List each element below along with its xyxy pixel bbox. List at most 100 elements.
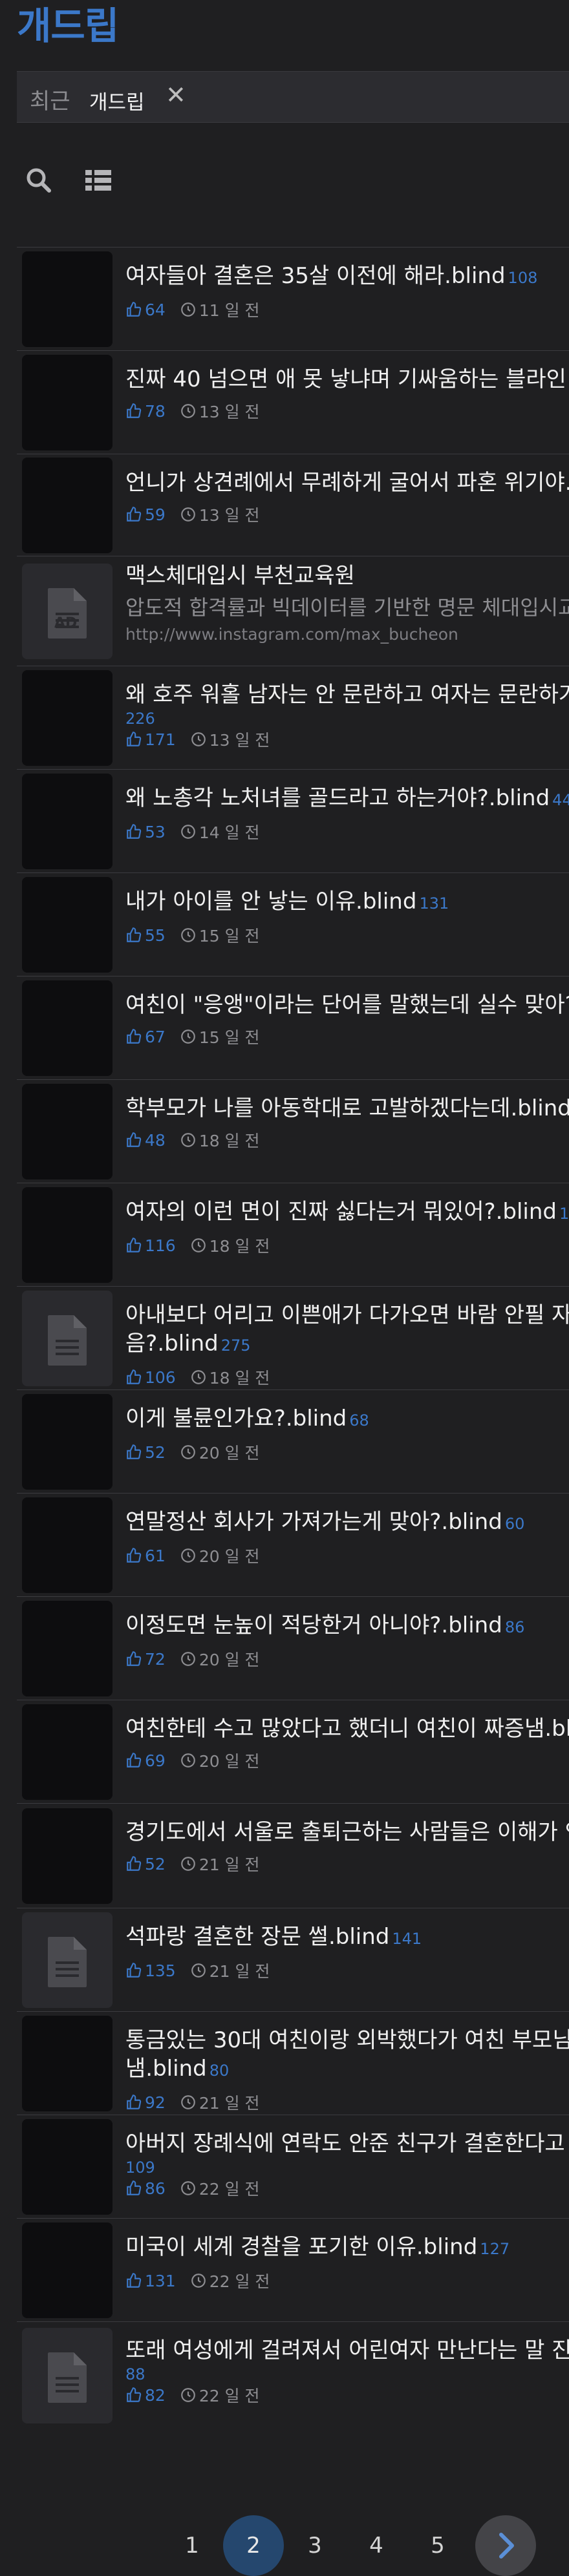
post-text: 경기도에서 서울로 출퇴근하는 사람들은 이해가 안 52 21 일 전: [125, 1818, 569, 1875]
active-tag-chip[interactable]: 개드립: [89, 86, 145, 115]
post-thumbnail[interactable]: [22, 1601, 113, 1696]
post-row[interactable]: 진짜 40 넘으면 애 못 낳냐며 기싸움하는 블라인 78 13 일 전: [17, 350, 569, 454]
post-row[interactable]: 학부모가 나를 아동학대로 고발하겠다는데.blind 48 18 일 전: [17, 1079, 569, 1183]
post-title[interactable]: 또래 여성에게 걸려져서 어린여자 만난다는 말 진: [125, 2336, 569, 2365]
post-title[interactable]: 왜 호주 워홀 남자는 안 문란하고 여자는 문란하거: [125, 681, 569, 709]
post-thumbnail[interactable]: [22, 2327, 113, 2423]
page-title: 개드립: [17, 4, 119, 48]
post-meta: 48 18 일 전: [125, 1129, 569, 1151]
post-row[interactable]: 경기도에서 서울로 출퇴근하는 사람들은 이해가 안 52 21 일 전: [17, 1803, 569, 1908]
post-title[interactable]: 여친이 "응앵"이라는 단어를 말했는데 실수 맞아?: [125, 991, 569, 1019]
post-row[interactable]: 여친이 "응앵"이라는 단어를 말했는데 실수 맞아? 67 15 일 전: [17, 976, 569, 1079]
post-title[interactable]: 왜 노총각 노처녀를 골드라고 하는거야?.blind44: [125, 784, 569, 814]
post-row[interactable]: 여자들아 결혼은 35살 이전에 해라.blind 108 64 11 일 전: [17, 247, 569, 350]
like-count: 116: [145, 1236, 176, 1255]
post-thumbnail[interactable]: [22, 2222, 113, 2318]
post-thumbnail[interactable]: [22, 2016, 113, 2111]
post-thumbnail[interactable]: [22, 670, 113, 766]
ad-subtitle: 압도적 합격률과 빅데이터를 기반한 명문 체대입시교육원: [125, 595, 569, 620]
ad-title[interactable]: 맥스체대입시 부천교육원: [125, 562, 569, 590]
like-count: 72: [145, 1649, 166, 1669]
list-view-icon[interactable]: [83, 165, 119, 201]
post-row[interactable]: 미국이 세계 경찰을 포기한 이유.blind 127 131 22 일 전: [17, 2218, 569, 2321]
like-count: 92: [145, 2093, 166, 2112]
post-row[interactable]: 아버지 장례식에 연락도 안준 친구가 결혼한다고 109 86 22 일 전: [17, 2115, 569, 2218]
post-thumbnail[interactable]: [22, 1497, 113, 1593]
post-time: 18 일 전: [209, 1369, 270, 1388]
post-thumbnail[interactable]: [22, 1084, 113, 1179]
clock-icon: [180, 823, 199, 840]
post-thumbnail[interactable]: [22, 774, 113, 869]
post-title[interactable]: 여자의 이런 면이 진짜 싫다는거 뭐있어?.blind12: [125, 1198, 569, 1228]
post-row[interactable]: 이게 불륜인가요?.blind 68 52 20 일 전: [17, 1389, 569, 1493]
post-row[interactable]: 언니가 상견례에서 무례하게 굴어서 파혼 위기야. 59 13 일 전: [17, 454, 569, 556]
post-title[interactable]: 석파랑 결혼한 장문 썰.blind 141: [125, 1923, 569, 1953]
post-title[interactable]: 학부모가 나를 아동학대로 고발하겠다는데.blind: [125, 1094, 569, 1123]
post-thumbnail[interactable]: [22, 355, 113, 450]
post-thumbnail[interactable]: [22, 251, 113, 347]
comment-count: 108: [508, 269, 538, 287]
post-text: 여자들아 결혼은 35살 이전에 해라.blind 108 64 11 일 전: [125, 262, 569, 321]
post-row[interactable]: 이정도면 눈높이 적당한거 아니야?.blind 86 72 20 일 전: [17, 1596, 569, 1700]
post-thumbnail[interactable]: [22, 2119, 113, 2215]
post-thumbnail[interactable]: [22, 877, 113, 973]
post-row[interactable]: 통금있는 30대 여친이랑 외박했다가 여친 부모님 냄.blind 80 92 21 …: [17, 2011, 569, 2115]
post-title[interactable]: 내가 아이를 안 낳는 이유.blind 131: [125, 887, 569, 918]
page-3-button[interactable]: 3: [284, 2515, 345, 2576]
comment-count: 80: [209, 2062, 230, 2080]
ad-url[interactable]: http://www.instagram.com/max_bucheon: [125, 625, 569, 644]
post-row[interactable]: 내가 아이를 안 낳는 이유.blind 131 55 15 일 전: [17, 872, 569, 976]
post-title[interactable]: 여친한테 수고 많았다고 했더니 여친이 짜증냄.bl: [125, 1715, 569, 1743]
post-title-line2[interactable]: 냄.blind 80: [125, 2054, 569, 2085]
post-title-text: 내가 아이를 안 낳는 이유.blind: [125, 889, 417, 914]
post-meta: 59 13 일 전: [125, 503, 569, 525]
search-icon[interactable]: [23, 165, 59, 201]
post-row[interactable]: 석파랑 결혼한 장문 썰.blind 141 135 21 일 전: [17, 1908, 569, 2011]
post-row[interactable]: 또래 여성에게 걸려져서 어린여자 만난다는 말 진 88 82 22 일 전: [17, 2321, 569, 2428]
page-5-button[interactable]: 5: [407, 2515, 468, 2576]
clock-icon: [180, 1651, 199, 1667]
post-title[interactable]: 언니가 상견례에서 무례하게 굴어서 파혼 위기야.: [125, 469, 569, 497]
ad-row[interactable]: AD 맥스체대입시 부천교육원압도적 합격률과 빅데이터를 기반한 명문 체대입시…: [17, 556, 569, 666]
document-icon: [47, 2351, 88, 2404]
post-title-line2[interactable]: 음?.blind 275: [125, 1329, 569, 1360]
post-title[interactable]: 경기도에서 서울로 출퇴근하는 사람들은 이해가 안: [125, 1818, 569, 1846]
page-1-button[interactable]: 1: [162, 2515, 222, 2576]
post-title[interactable]: 이게 불륜인가요?.blind 68: [125, 1404, 569, 1435]
post-title[interactable]: 진짜 40 넘으면 애 못 낳냐며 기싸움하는 블라인: [125, 365, 569, 394]
like-icon: [125, 2272, 145, 2289]
post-text: 아내보다 어리고 이쁜애가 다가오면 바람 안필 자 음?.blind 275 106…: [125, 1301, 569, 1388]
post-row[interactable]: 왜 노총각 노처녀를 골드라고 하는거야?.blind44 53 14 일 전: [17, 769, 569, 872]
clock-icon: [180, 1547, 199, 1564]
page-2-button[interactable]: 2: [223, 2515, 284, 2576]
post-thumbnail[interactable]: [22, 1394, 113, 1490]
remove-tag-icon[interactable]: ✕: [166, 81, 186, 109]
post-title[interactable]: 연말정산 회사가 가져가는게 맞아?.blind 60: [125, 1508, 569, 1538]
post-time: 20 일 전: [199, 1752, 260, 1771]
post-row[interactable]: 연말정산 회사가 가져가는게 맞아?.blind 60 61 20 일 전: [17, 1493, 569, 1596]
post-thumbnail[interactable]: [22, 1704, 113, 1800]
post-thumbnail[interactable]: [22, 1808, 113, 1904]
post-title[interactable]: 아버지 장례식에 연락도 안준 친구가 결혼한다고: [125, 2129, 569, 2158]
post-thumbnail[interactable]: [22, 1291, 113, 1386]
post-title-line1[interactable]: 아내보다 어리고 이쁜애가 다가오면 바람 안필 자: [125, 1301, 569, 1329]
post-meta: 86 22 일 전: [125, 2177, 569, 2199]
tag-bar: 최근 개드립 ✕: [17, 71, 569, 123]
post-title[interactable]: 미국이 세계 경찰을 포기한 이유.blind 127: [125, 2233, 569, 2263]
post-thumbnail[interactable]: [22, 980, 113, 1076]
post-row[interactable]: 왜 호주 워홀 남자는 안 문란하고 여자는 문란하거 226 171 13 일 전: [17, 666, 569, 769]
post-row[interactable]: 여친한테 수고 많았다고 했더니 여친이 짜증냄.bl 69 20 일 전: [17, 1700, 569, 1803]
post-thumbnail[interactable]: [22, 1912, 113, 2008]
post-title[interactable]: 여자들아 결혼은 35살 이전에 해라.blind 108: [125, 262, 569, 292]
post-row[interactable]: 아내보다 어리고 이쁜애가 다가오면 바람 안필 자 음?.blind 275 106…: [17, 1286, 569, 1389]
page-4-button[interactable]: 4: [346, 2515, 407, 2576]
post-title-text: 여친한테 수고 많았다고 했더니 여친이 짜증냄.bl: [125, 1716, 569, 1742]
post-row[interactable]: 여자의 이런 면이 진짜 싫다는거 뭐있어?.blind12 116 18 일 전: [17, 1183, 569, 1286]
post-title-line1[interactable]: 통금있는 30대 여친이랑 외박했다가 여친 부모님: [125, 2026, 569, 2054]
post-thumbnail[interactable]: [22, 458, 113, 553]
ad-thumbnail[interactable]: AD: [22, 564, 113, 659]
post-thumbnail[interactable]: [22, 1187, 113, 1283]
next-page-button[interactable]: [475, 2515, 536, 2576]
post-title[interactable]: 이정도면 눈높이 적당한거 아니야?.blind 86: [125, 1611, 569, 1642]
pagination: 12345: [0, 2515, 569, 2576]
